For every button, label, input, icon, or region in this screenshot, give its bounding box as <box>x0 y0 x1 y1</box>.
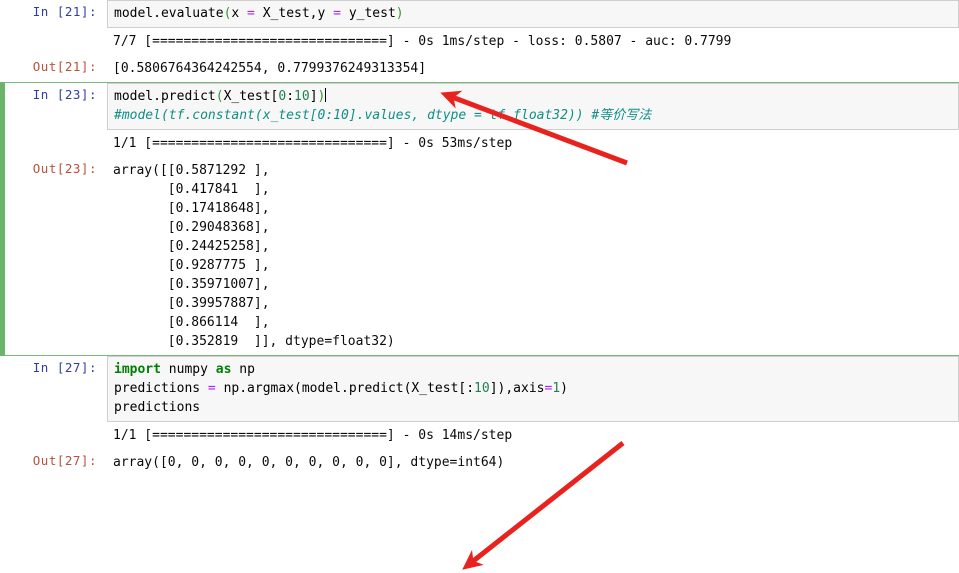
output-line: [0.24425258], <box>113 239 270 254</box>
output-line: [0.5806764364242554, 0.7799376249313354] <box>113 61 427 76</box>
code-line: import numpy as np <box>114 360 954 379</box>
code-token: predictions <box>114 400 201 415</box>
cell-input-row: In [21]: model.evaluate(x = X_test,y = y… <box>0 0 959 28</box>
cell-stream-output-row: 1/1 [==============================] - 0… <box>5 130 959 157</box>
output-line: 1/1 [==============================] - 0… <box>113 136 513 151</box>
cell-input-row: In [23]: model.predict(X_test[0:10]) #mod… <box>5 83 959 130</box>
output-line: [0.417841 ], <box>113 182 270 197</box>
stream-output-23: 1/1 [==============================] - 0… <box>107 130 959 157</box>
stream-output-27: 1/1 [==============================] - 0… <box>107 422 959 449</box>
code-line: predictions = np.argmax(model.predict(X_… <box>114 379 954 398</box>
cell-result-output-row: Out[27]: array([0, 0, 0, 0, 0, 0, 0, 0, … <box>0 449 959 476</box>
output-line: [0.35971007], <box>113 277 270 292</box>
code-token: import <box>114 362 161 377</box>
code-token: model.predict <box>114 89 216 104</box>
code-token: ) <box>395 6 404 21</box>
output-line: 7/7 [==============================] - 0… <box>113 34 732 49</box>
output-line: [0.39957887], <box>113 296 270 311</box>
jupyter-notebook-cells: In [21]: model.evaluate(x = X_test,y = y… <box>0 0 959 573</box>
code-line: model.evaluate(x = X_test,y = y_test) <box>114 4 954 23</box>
output-line: [0.17418648], <box>113 201 270 216</box>
code-line: model.predict(X_test[0:10]) <box>114 87 954 106</box>
output-prompt-21: Out[21]: <box>32 59 97 74</box>
code-token: ] <box>309 89 318 104</box>
output-line: [0.9287775 ], <box>113 258 270 273</box>
result-output-27: array([0, 0, 0, 0, 0, 0, 0, 0, 0, 0], dt… <box>107 449 959 476</box>
output-line: [0.352819 ]], dtype=float32) <box>113 334 395 349</box>
code-token: = <box>200 381 224 396</box>
stream-prompt-spacer-23 <box>5 130 107 149</box>
code-token: (model.predict(X_test[: <box>294 381 475 396</box>
code-token: ]),axis <box>489 381 545 396</box>
code-token: numpy <box>160 362 216 377</box>
notebook-cell-27[interactable]: In [27]: import numpy as np predictions =… <box>0 356 959 476</box>
input-prompt-23: In [23]: <box>32 87 97 102</box>
cell-stream-output-row: 7/7 [==============================] - 0… <box>0 28 959 55</box>
result-output-21: [0.5806764364242554, 0.7799376249313354] <box>107 55 959 82</box>
code-token: ) <box>560 381 568 396</box>
input-prompt-21: In [21]: <box>32 4 97 19</box>
output-prompt-23: Out[23]: <box>32 161 97 176</box>
code-token: predictions <box>114 381 201 396</box>
code-token: model.evaluate <box>114 6 224 21</box>
code-token: : <box>286 89 295 104</box>
code-token: y_test <box>348 6 396 21</box>
code-line: #model(tf.constant(x_test[0:10].values, … <box>114 106 954 125</box>
output-line: 1/1 [==============================] - 0… <box>113 428 513 443</box>
code-token: 1 <box>552 381 561 396</box>
code-token: #model(tf.constant(x_test[0:10].values, … <box>114 108 652 123</box>
code-token: as <box>215 362 232 377</box>
output-prompt-27: Out[27]: <box>32 453 97 468</box>
code-token: ) <box>317 89 326 104</box>
code-token: 10 <box>294 89 310 104</box>
stream-prompt-spacer-21 <box>0 28 107 47</box>
code-token: = <box>239 6 263 21</box>
cell-input-row: In [27]: import numpy as np predictions =… <box>0 356 959 422</box>
output-line: [0.29048368], <box>113 220 270 235</box>
stream-prompt-spacer-27 <box>0 422 107 441</box>
code-token: X_test <box>223 89 271 104</box>
code-token: = <box>325 6 349 21</box>
cell-stream-output-row: 1/1 [==============================] - 0… <box>0 422 959 449</box>
notebook-cell-23[interactable]: In [23]: model.predict(X_test[0:10]) #mod… <box>0 82 959 356</box>
code-token: X_test, <box>262 6 318 21</box>
code-editor-27[interactable]: import numpy as np predictions = np.argma… <box>107 356 959 422</box>
code-token: np <box>231 362 255 377</box>
code-editor-21[interactable]: model.evaluate(x = X_test,y = y_test) <box>107 0 959 28</box>
output-line: array([0, 0, 0, 0, 0, 0, 0, 0, 0, 0], dt… <box>113 455 505 470</box>
cell-result-output-row: Out[23]: array([[0.5871292 ], [0.417841 … <box>5 157 959 355</box>
code-editor-23[interactable]: model.predict(X_test[0:10]) #model(tf.con… <box>107 83 959 130</box>
output-line: array([[0.5871292 ], <box>113 163 270 178</box>
code-token: np.argmax <box>223 381 295 396</box>
output-line: [0.866114 ], <box>113 315 270 330</box>
code-token: 10 <box>474 381 490 396</box>
code-line: predictions <box>114 398 954 417</box>
code-token: ( <box>215 89 224 104</box>
stream-output-21: 7/7 [==============================] - 0… <box>107 28 959 55</box>
cell-result-output-row: Out[21]: [0.5806764364242554, 0.77993762… <box>0 55 959 82</box>
text-cursor <box>325 88 327 102</box>
notebook-cell-21[interactable]: In [21]: model.evaluate(x = X_test,y = y… <box>0 0 959 82</box>
input-prompt-27: In [27]: <box>32 360 97 375</box>
result-output-23: array([[0.5871292 ], [0.417841 ], [0.174… <box>107 157 959 355</box>
